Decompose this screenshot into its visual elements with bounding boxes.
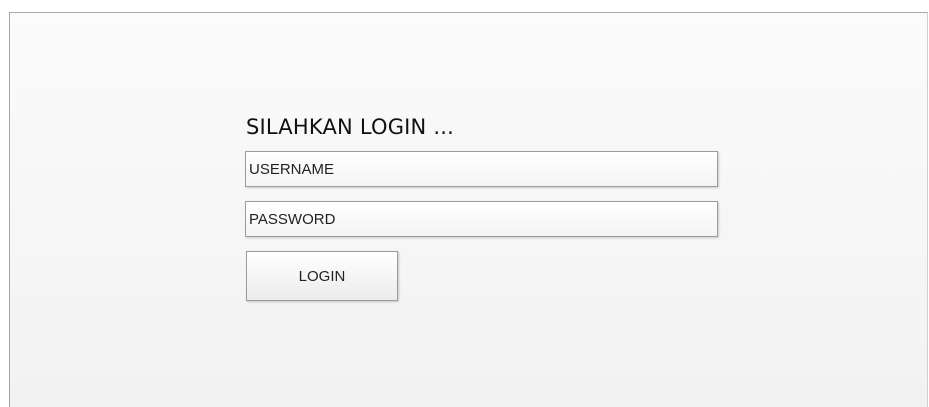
- password-input[interactable]: [245, 201, 718, 237]
- username-input[interactable]: [245, 151, 718, 187]
- login-button[interactable]: LOGIN: [246, 251, 398, 301]
- login-title: SILAHKAN LOGIN ...: [246, 115, 454, 139]
